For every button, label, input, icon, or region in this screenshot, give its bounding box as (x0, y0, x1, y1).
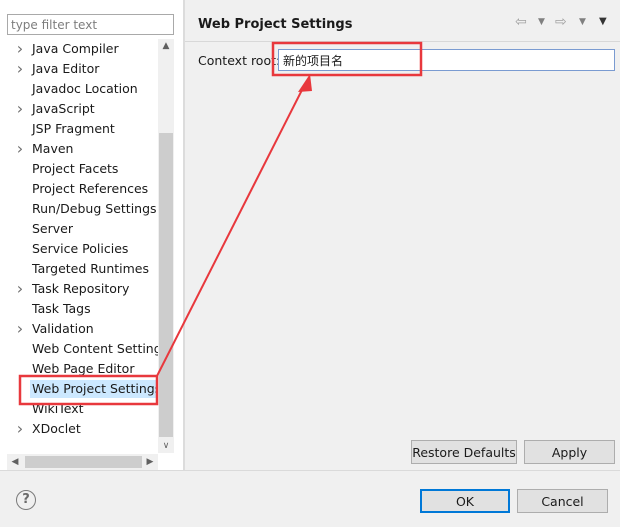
tree-item-label: Task Repository (32, 281, 130, 296)
tree-item-label: JSP Fragment (32, 121, 115, 136)
property-tree: › Java Compiler › Java Editor Javadoc Locati… (0, 39, 158, 453)
tree-item-label: Run/Debug Settings (32, 201, 157, 216)
cancel-button[interactable]: Cancel (517, 489, 608, 513)
page-title: Web Project Settings (198, 17, 353, 32)
tree-item[interactable]: Targeted Runtimes (0, 259, 158, 279)
tree-item-label: Web Content Settings (32, 341, 158, 356)
tree-item-label: JavaScript (32, 101, 95, 116)
chevron-right-icon[interactable]: › (14, 41, 26, 57)
tree-item-label: Server (32, 221, 73, 236)
filter-input[interactable] (7, 14, 174, 35)
tree-item[interactable]: WikiText (0, 399, 158, 419)
tree-item-label: Java Editor (32, 61, 100, 76)
tree-item[interactable]: Run/Debug Settings (0, 199, 158, 219)
tree-item[interactable]: › XDoclet (0, 419, 158, 439)
tree-item-label: Project References (32, 181, 149, 196)
tree-item-label: Java Compiler (32, 41, 119, 56)
ok-button[interactable]: OK (420, 489, 510, 513)
tree-item-label: Javadoc Location (32, 81, 138, 96)
help-icon[interactable]: ? (16, 490, 36, 510)
context-root-input[interactable] (278, 49, 615, 71)
tree-item[interactable]: › Java Editor (0, 59, 158, 79)
scrollbar-thumb[interactable] (159, 133, 173, 437)
tree-item[interactable]: JSP Fragment (0, 119, 158, 139)
tree-item[interactable]: Web Project Settings (0, 379, 158, 399)
tree-item-label: Targeted Runtimes (32, 261, 149, 276)
tree-item[interactable]: › Task Repository (0, 279, 158, 299)
view-menu-icon[interactable]: ▼ (599, 16, 607, 28)
tree-item[interactable]: Project Facets (0, 159, 158, 179)
chevron-right-icon[interactable]: › (14, 101, 26, 117)
tree-item[interactable]: › Maven (0, 139, 158, 159)
settings-page: Web Project Settings ⇦ ▼ ⇨ ▼ ▼ Context r… (185, 0, 620, 470)
back-arrow-icon[interactable]: ⇦ (515, 14, 527, 30)
tree-item-label: WikiText (32, 401, 84, 416)
chevron-right-icon[interactable]: › (14, 141, 26, 157)
tree-item-label: Task Tags (32, 301, 91, 316)
tree-item-label: Validation (32, 321, 94, 336)
forward-dropdown-icon[interactable]: ▼ (579, 15, 586, 29)
chevron-right-icon[interactable]: › (14, 421, 26, 437)
tree-vertical-scrollbar[interactable]: ▲ ∨ (158, 39, 174, 453)
scroll-right-icon[interactable]: ▶ (142, 454, 158, 470)
tree-item[interactable]: Service Policies (0, 239, 158, 259)
restore-defaults-button[interactable]: Restore Defaults (411, 440, 517, 464)
back-dropdown-icon[interactable]: ▼ (538, 15, 545, 29)
tree-item-label: Maven (32, 141, 74, 156)
tree-item[interactable]: Server (0, 219, 158, 239)
tree-item[interactable]: Web Content Settings (0, 339, 158, 359)
tree-item-label: Project Facets (32, 161, 119, 176)
scroll-up-icon[interactable]: ▲ (158, 39, 174, 53)
tree-item[interactable]: Task Tags (0, 299, 158, 319)
context-root-label: Context root: (198, 53, 281, 68)
tree-item-label: Service Policies (32, 241, 129, 256)
tree-item-label: XDoclet (32, 421, 81, 436)
tree-item-label: Web Page Editor (32, 361, 135, 376)
scrollbar-thumb[interactable] (25, 456, 142, 468)
chevron-right-icon[interactable]: › (14, 281, 26, 297)
tree-item[interactable]: Javadoc Location (0, 79, 158, 99)
tree-item[interactable]: › Java Compiler (0, 39, 158, 59)
tree-item[interactable]: Web Page Editor (0, 359, 158, 379)
apply-button[interactable]: Apply (524, 440, 615, 464)
title-separator (185, 41, 620, 42)
chevron-right-icon[interactable]: › (14, 61, 26, 77)
dialog-footer: ? OK Cancel (0, 471, 620, 527)
forward-arrow-icon[interactable]: ⇨ (555, 14, 567, 30)
tree-item-label: Web Project Settings (30, 380, 158, 398)
chevron-right-icon[interactable]: › (14, 321, 26, 337)
tree-item[interactable]: › JavaScript (0, 99, 158, 119)
scroll-down-icon[interactable]: ∨ (158, 439, 174, 453)
navigation-pane: › Java Compiler › Java Editor Javadoc Locati… (0, 0, 183, 470)
scroll-left-icon[interactable]: ◀ (7, 454, 23, 470)
tree-item[interactable]: › Validation (0, 319, 158, 339)
tree-horizontal-scrollbar[interactable]: ◀ ▶ (7, 454, 158, 470)
tree-item[interactable]: Project References (0, 179, 158, 199)
